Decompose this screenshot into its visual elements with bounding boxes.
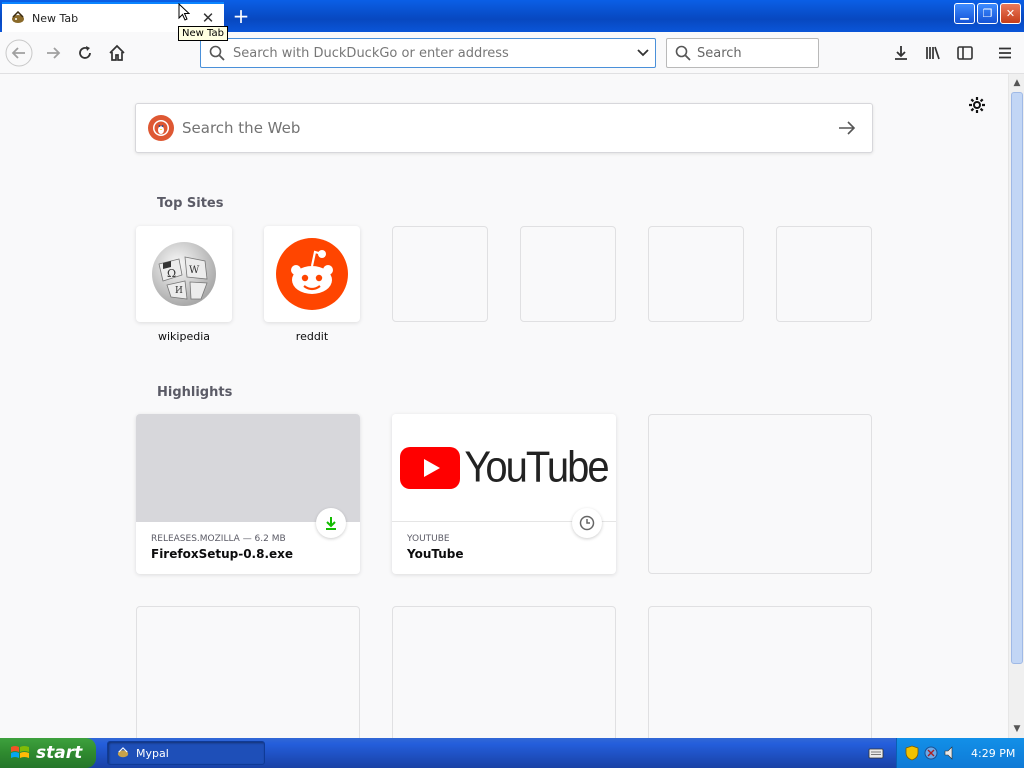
url-bar[interactable] <box>200 38 656 68</box>
highlights-title: Highlights <box>157 385 233 400</box>
forward-arrow-icon <box>47 47 61 59</box>
highlight-card-empty <box>648 606 872 738</box>
library-icon <box>926 46 940 60</box>
top-site-empty[interactable] <box>392 226 488 322</box>
top-site-label: reddit <box>295 330 329 343</box>
highlight-card-empty[interactable] <box>648 414 872 574</box>
windows-flag-icon <box>11 746 29 758</box>
search-input[interactable] <box>697 45 818 61</box>
youtube-logo-thumbnail: YouTube <box>392 414 616 522</box>
wikipedia-globe-icon: Ω W И <box>152 242 216 306</box>
top-sites-title: Top Sites <box>157 196 224 211</box>
highlight-source: RELEASES.MOZILLA — 6.2 MB <box>151 534 286 544</box>
top-site-label: wikipedia <box>157 330 210 343</box>
home-button[interactable] <box>102 38 132 68</box>
window-controls: ▁ ❐ ✕ <box>954 3 1021 24</box>
settings-gear-icon[interactable] <box>966 94 988 116</box>
reload-button[interactable] <box>70 38 100 68</box>
top-site-wikipedia[interactable]: Ω W И <box>136 226 232 322</box>
back-arrow-icon <box>5 39 33 67</box>
tab-title: New Tab <box>32 11 79 25</box>
navigation-toolbar <box>0 32 1024 74</box>
top-site-empty[interactable] <box>520 226 616 322</box>
minimize-button[interactable]: ▁ <box>954 3 975 24</box>
hamburger-menu-icon <box>999 47 1011 59</box>
highlight-source: YOUTUBE <box>407 534 450 544</box>
highlight-title: YouTube <box>407 547 464 561</box>
svg-text:W: W <box>189 265 200 276</box>
keyboard-icon[interactable] <box>868 746 884 760</box>
svg-text:И: И <box>175 286 183 296</box>
highlight-thumbnail <box>136 414 360 522</box>
search-icon <box>209 45 225 61</box>
tab-tooltip: New Tab <box>178 26 228 41</box>
mypal-favicon-icon <box>12 11 24 23</box>
search-go-arrow-icon[interactable] <box>822 121 872 135</box>
download-icon <box>895 46 907 60</box>
duckduckgo-logo-icon <box>148 115 174 141</box>
start-button[interactable]: start <box>0 738 96 768</box>
highlight-card-empty <box>136 606 360 738</box>
tab-close-icon[interactable]: ✕ <box>198 8 218 28</box>
clock-icon <box>572 508 602 538</box>
reddit-alien-icon <box>276 238 348 310</box>
sidebar-icon <box>957 46 973 60</box>
highlight-title: FirefoxSetup-0.8.exe <box>151 547 294 561</box>
top-site-empty[interactable] <box>776 226 872 322</box>
search-bar[interactable] <box>666 38 819 68</box>
reload-icon <box>79 46 91 59</box>
security-shield-icon[interactable] <box>905 745 919 761</box>
scroll-down-arrow-icon[interactable]: ▼ <box>1011 723 1023 735</box>
start-label: start <box>36 743 83 763</box>
scrollbar-thumb[interactable] <box>1011 92 1023 664</box>
page-scrollbar[interactable]: ▲ ▼ <box>1008 74 1024 738</box>
close-window-button[interactable]: ✕ <box>1000 3 1021 24</box>
web-search-box[interactable] <box>135 103 873 153</box>
url-input[interactable] <box>233 45 631 61</box>
new-tab-plus-icon[interactable]: + <box>228 4 254 28</box>
web-search-input[interactable] <box>182 119 822 137</box>
home-icon <box>109 44 125 61</box>
volume-icon[interactable] <box>943 745 957 761</box>
sidebar-button[interactable] <box>950 38 980 68</box>
taskbar-clock: 4:29 PM <box>971 746 1016 760</box>
url-dropdown-chevron-icon[interactable] <box>631 48 655 58</box>
highlight-card-firefox-setup[interactable]: RELEASES.MOZILLA — 6.2 MB FirefoxSetup-0… <box>136 414 360 574</box>
top-site-reddit[interactable] <box>264 226 360 322</box>
windows-taskbar: start Mypal 4:29 PM <box>0 738 1024 768</box>
title-bar: New Tab ✕ + ▁ ❐ ✕ <box>0 0 1024 32</box>
top-site-empty[interactable] <box>648 226 744 322</box>
highlight-card-empty <box>392 606 616 738</box>
taskbar-item-label: Mypal <box>136 746 169 760</box>
network-icon[interactable] <box>923 745 939 761</box>
menu-button[interactable] <box>990 38 1020 68</box>
youtube-logo-text: YouTube <box>464 442 609 492</box>
search-icon <box>675 45 691 61</box>
download-icon <box>316 508 346 538</box>
system-tray: 4:29 PM <box>896 738 1024 768</box>
scroll-up-arrow-icon[interactable]: ▲ <box>1011 77 1023 89</box>
svg-text:Ω: Ω <box>167 267 176 280</box>
downloads-button[interactable] <box>886 38 916 68</box>
forward-button[interactable] <box>38 38 68 68</box>
library-button[interactable] <box>918 38 948 68</box>
mouse-pointer-icon <box>178 3 190 21</box>
back-button[interactable] <box>4 38 34 68</box>
new-tab-page: Top Sites Ω W И wikipedia reddit Highlig… <box>0 74 1008 738</box>
highlight-card-youtube[interactable]: YouTube YOUTUBE YouTube <box>392 414 616 574</box>
mypal-favicon-icon <box>117 747 129 758</box>
taskbar-item-mypal[interactable]: Mypal <box>107 741 265 765</box>
restore-button[interactable]: ❐ <box>977 3 998 24</box>
youtube-play-icon <box>400 446 461 489</box>
